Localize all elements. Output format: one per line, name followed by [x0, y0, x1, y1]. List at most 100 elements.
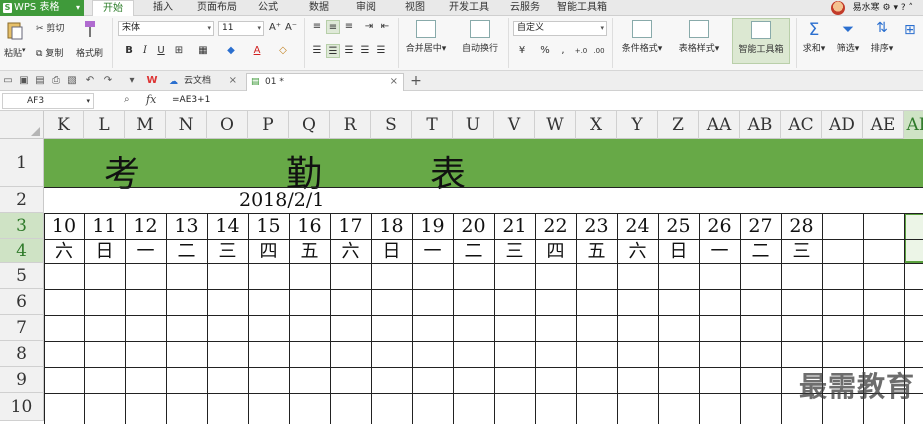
column-header-m[interactable]: M — [125, 111, 166, 139]
number-format-select[interactable]: 自定义 ▾ — [513, 21, 607, 36]
row-header-7[interactable]: 7 — [0, 315, 44, 341]
copy-button[interactable]: ⧉ 复制 — [36, 46, 63, 59]
day-number-cell[interactable]: 15 — [248, 214, 289, 239]
row-header-8[interactable]: 8 — [0, 341, 44, 367]
print-preview-icon[interactable]: ▤ — [34, 75, 46, 87]
save-icon[interactable]: ▣ — [18, 75, 30, 87]
column-header-q[interactable]: Q — [289, 111, 330, 139]
merge-center-button[interactable]: 合并居中▾ — [402, 20, 450, 54]
close-icon[interactable]: × — [390, 74, 398, 90]
print-icon[interactable]: ⎙ — [50, 75, 62, 87]
column-header-p[interactable]: P — [248, 111, 289, 139]
formula-input[interactable]: =AE3+1 — [172, 95, 210, 105]
shrink-font-button[interactable]: A⁻ — [284, 21, 298, 35]
outdent-icon[interactable]: ⇤ — [378, 20, 392, 34]
align-right-icon[interactable]: ☰ — [342, 44, 356, 58]
smart-toolbox-button[interactable]: 智能工具箱 — [732, 18, 790, 64]
day-number-cell[interactable]: 26 — [699, 214, 740, 239]
row-header-5[interactable]: 5 — [0, 263, 44, 289]
day-number-cell[interactable]: 17 — [330, 214, 371, 239]
column-header-z[interactable]: Z — [658, 111, 699, 139]
column-header-u[interactable]: U — [453, 111, 494, 139]
row-header-10[interactable]: 10 — [0, 393, 44, 421]
weekday-cell[interactable]: 三 — [494, 240, 535, 264]
column-header-ad[interactable]: AD — [822, 111, 863, 139]
format-painter-button[interactable]: 格式刷 — [76, 46, 103, 59]
percent-button[interactable]: % — [538, 44, 552, 58]
table-style-button[interactable]: 表格样式▾ — [672, 20, 726, 54]
column-header-w[interactable]: W — [535, 111, 576, 139]
cut-button[interactable]: ✂ 剪切 — [36, 21, 64, 34]
redo-icon[interactable]: ↷ — [102, 75, 114, 87]
font-size-select[interactable]: 11 ▾ — [218, 21, 264, 36]
align-middle-icon[interactable]: ≡ — [326, 20, 340, 34]
column-header-l[interactable]: L — [84, 111, 125, 139]
day-number-cell[interactable]: 23 — [576, 214, 617, 239]
weekday-cell[interactable]: 五 — [576, 240, 617, 264]
day-number-cell[interactable]: 10 — [44, 214, 84, 239]
paste-icon[interactable] — [6, 20, 24, 40]
column-header-ab[interactable]: AB — [740, 111, 781, 139]
format-painter-icon[interactable] — [82, 20, 98, 38]
column-header-t[interactable]: T — [412, 111, 453, 139]
row-header-2[interactable]: 2 — [0, 187, 44, 213]
wps-home-icon[interactable]: W — [146, 75, 158, 87]
doc-tab-file[interactable]: ▤ 01 * × — [246, 73, 404, 91]
row-header-3[interactable]: 3 — [0, 213, 44, 239]
app-menu-button[interactable]: S WPS 表格 ▾ — [0, 0, 84, 16]
grow-font-button[interactable]: A⁺ — [268, 21, 282, 35]
select-all-button[interactable] — [0, 111, 44, 139]
align-top-icon[interactable]: ≡ — [310, 20, 324, 34]
weekday-cell[interactable]: 六 — [617, 240, 658, 264]
close-icon[interactable]: × — [229, 73, 237, 89]
day-number-cell[interactable]: 25 — [658, 214, 699, 239]
chevron-down-icon[interactable]: ▾ — [22, 46, 26, 54]
day-number-cell[interactable]: 24 — [617, 214, 658, 239]
column-header-n[interactable]: N — [166, 111, 207, 139]
day-number-cell[interactable]: 12 — [125, 214, 166, 239]
justify-icon[interactable]: ☰ — [358, 44, 372, 58]
weekday-cell[interactable]: 三 — [207, 240, 248, 264]
indent-icon[interactable]: ⇥ — [362, 20, 376, 34]
tab-review[interactable]: 审阅 — [356, 0, 376, 16]
undo-icon[interactable]: ↶ — [84, 75, 96, 87]
fill-pattern-icon[interactable]: ▦ — [196, 44, 210, 58]
tab-view[interactable]: 视图 — [405, 0, 425, 16]
currency-button[interactable]: ¥ — [515, 44, 529, 58]
filter-button[interactable]: ⏷ 筛选▾ — [834, 20, 862, 54]
align-left-icon[interactable]: ☰ — [310, 44, 324, 58]
weekday-cell[interactable]: 六 — [44, 240, 84, 264]
weekday-cell[interactable]: 二 — [166, 240, 207, 264]
day-number-cell[interactable]: 20 — [453, 214, 494, 239]
column-header-x[interactable]: X — [576, 111, 617, 139]
column-header-ac[interactable]: AC — [781, 111, 822, 139]
name-box[interactable]: AF3 ▾ — [2, 93, 94, 109]
day-number-cell[interactable]: 19 — [412, 214, 453, 239]
column-header-ae[interactable]: AE — [863, 111, 904, 139]
weekday-cell[interactable]: 二 — [740, 240, 781, 264]
weekday-cell[interactable]: 四 — [248, 240, 289, 264]
weekday-cell[interactable]: 一 — [412, 240, 453, 264]
tab-data[interactable]: 数据 — [309, 0, 329, 16]
paste-button[interactable]: 粘贴 — [4, 46, 22, 59]
sum-button[interactable]: Σ 求和▾ — [800, 20, 828, 54]
new-tab-icon[interactable]: + — [410, 74, 422, 88]
row-header-9[interactable]: 9 — [0, 367, 44, 393]
help-icon[interactable]: ? — [901, 3, 906, 13]
tab-cloud[interactable]: 云服务 — [510, 0, 540, 16]
font-name-select[interactable]: 宋体 ▾ — [118, 21, 214, 36]
cell-area[interactable]: 考 勤 表 2018/2/1 10 六 11 日 12 一 13 二 14 三 15 四 16 五 17 六 1… — [44, 139, 923, 424]
day-number-cell[interactable]: 28 — [781, 214, 822, 239]
tab-home[interactable]: 开始 — [92, 0, 134, 17]
doc-tab-cloud[interactable]: ☁ 云文档 × — [166, 73, 242, 91]
weekday-cell[interactable]: 三 — [781, 240, 822, 264]
tab-smart-toolbox[interactable]: 智能工具箱 — [557, 0, 607, 16]
conditional-format-button[interactable]: 条件格式▾ — [616, 20, 668, 54]
clear-format-icon[interactable]: ◇ — [276, 44, 290, 58]
weekday-cell[interactable]: 二 — [453, 240, 494, 264]
spreadsheet-grid[interactable]: KLMNOPQRSTUVWXYZAAABACADAEAF 考 勤 表 2018/… — [0, 111, 923, 424]
column-header-s[interactable]: S — [371, 111, 412, 139]
day-number-cell[interactable]: 27 — [740, 214, 781, 239]
bold-button[interactable]: B — [122, 44, 136, 58]
align-center-icon[interactable]: ☰ — [326, 44, 340, 58]
